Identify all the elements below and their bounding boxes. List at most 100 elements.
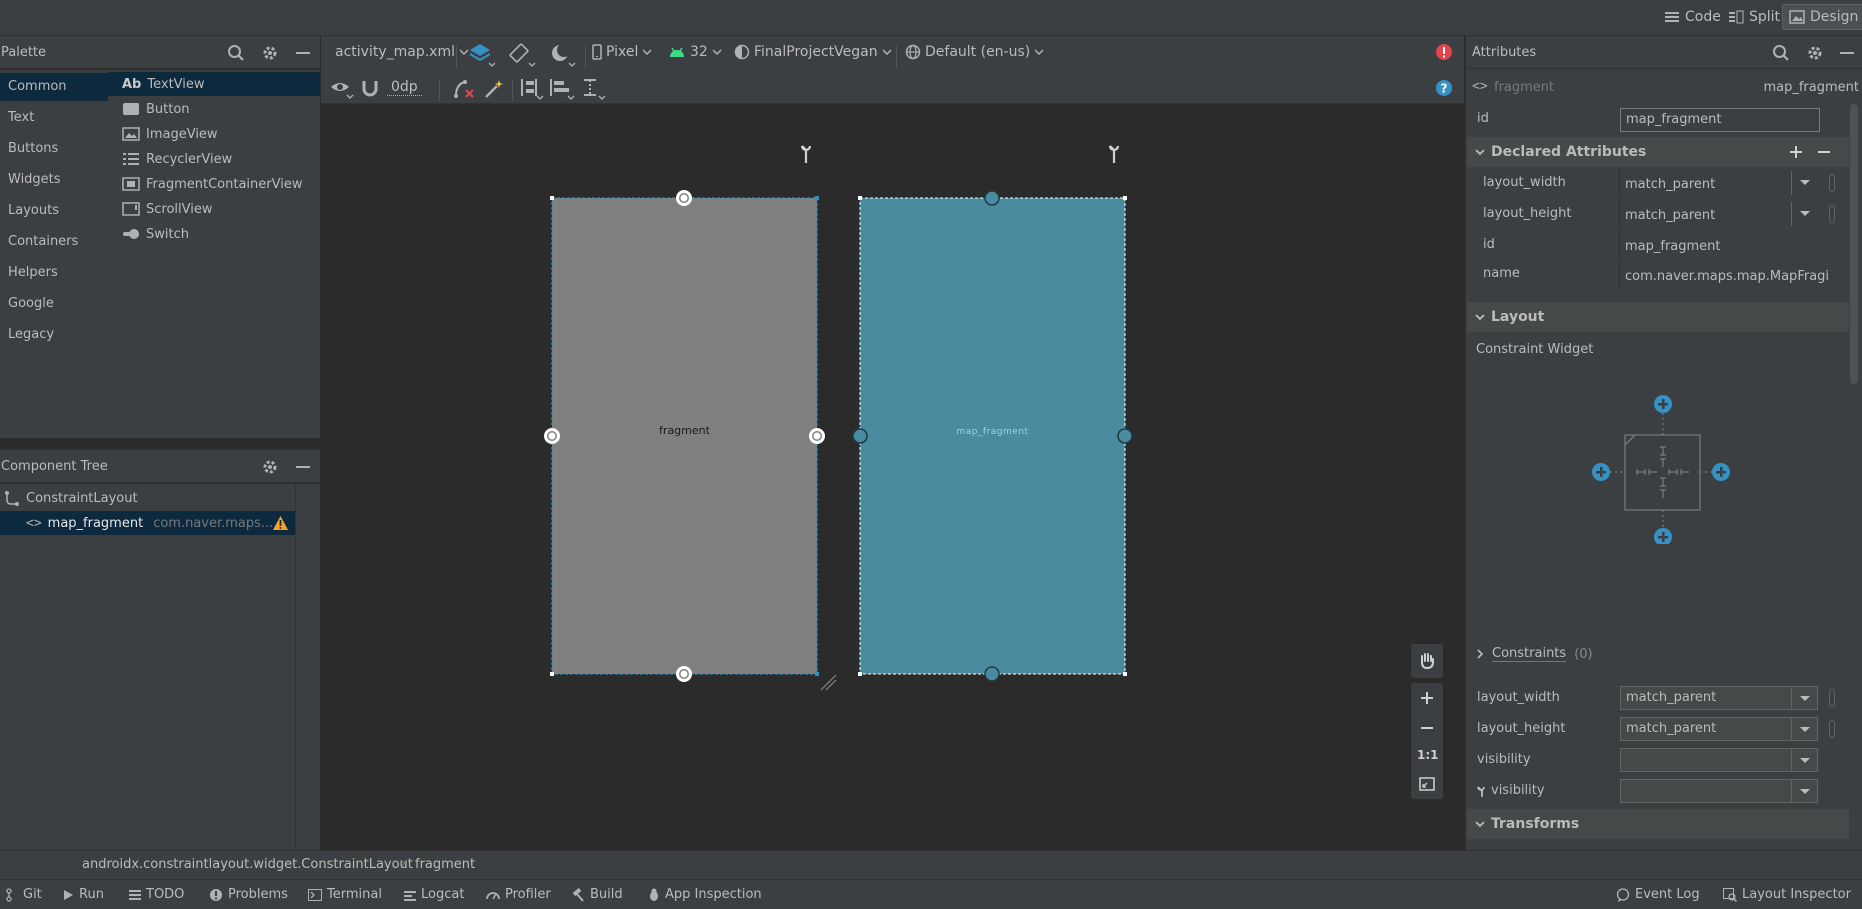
minimize-icon[interactable] xyxy=(295,458,311,476)
add-constraint-top-icon[interactable] xyxy=(1654,395,1672,413)
minimize-icon[interactable] xyxy=(295,44,311,62)
palette-item-imageview[interactable]: ImageView xyxy=(108,122,320,146)
attr-value[interactable]: com.naver.maps.map.MapFragi xyxy=(1625,269,1839,284)
search-icon[interactable] xyxy=(1772,44,1790,62)
profiler-tool-button[interactable]: Profiler xyxy=(486,887,551,902)
palette-category-legacy[interactable]: Legacy xyxy=(0,321,108,349)
zoom-reset-button[interactable]: 1:1 xyxy=(1417,748,1439,762)
constraints-section[interactable]: Constraints (0) xyxy=(1476,646,1593,662)
align-icon[interactable] xyxy=(549,78,575,100)
file-selector[interactable]: activity_map.xml xyxy=(335,44,469,60)
tree-node-constraintlayout[interactable]: ConstraintLayout xyxy=(4,486,294,510)
layout-height-dropdown[interactable] xyxy=(1791,202,1817,226)
search-icon[interactable] xyxy=(227,44,245,62)
declared-attributes-section[interactable]: Declared Attributes xyxy=(1467,137,1849,167)
tools-visibility-select[interactable] xyxy=(1620,779,1792,803)
wrench-icon[interactable] xyxy=(800,145,812,163)
night-mode-icon[interactable] xyxy=(549,42,577,68)
gear-icon[interactable] xyxy=(1806,44,1824,62)
zoom-out-icon[interactable] xyxy=(1419,720,1435,736)
dropdown-button[interactable] xyxy=(1792,686,1818,710)
default-margin-selector[interactable]: 0dp xyxy=(387,79,422,96)
gear-icon[interactable] xyxy=(261,458,279,476)
wrench-icon[interactable] xyxy=(1108,145,1120,163)
palette-category-layouts[interactable]: Layouts xyxy=(0,197,108,225)
zoom-in-icon[interactable] xyxy=(1419,690,1435,706)
pack-icon[interactable] xyxy=(520,78,544,100)
clear-constraints-icon[interactable] xyxy=(453,79,475,99)
todo-tool-button[interactable]: TODO xyxy=(129,887,184,902)
app-inspection-tool-button[interactable]: App Inspection xyxy=(648,887,762,902)
breadcrumb-parent[interactable]: androidx.constraintlayout.widget.Constra… xyxy=(82,857,413,872)
code-view-button[interactable]: Code xyxy=(1658,4,1727,30)
magic-wand-icon[interactable] xyxy=(484,79,504,99)
layout-section[interactable]: Layout xyxy=(1467,302,1849,332)
palette-item-fragmentcontainerview[interactable]: FragmentContainerView xyxy=(108,172,320,196)
palette-item-switch[interactable]: Switch xyxy=(108,222,320,246)
minimize-icon[interactable] xyxy=(1839,44,1855,62)
locale-selector[interactable]: Default (en-us) xyxy=(905,44,1044,60)
attr-picker-button[interactable] xyxy=(1829,720,1835,738)
add-constraint-bottom-icon[interactable] xyxy=(1654,528,1672,544)
dropdown-button[interactable] xyxy=(1792,717,1818,741)
guidelines-icon[interactable] xyxy=(581,78,607,100)
design-view-button[interactable]: Design xyxy=(1782,4,1862,30)
palette-category-common[interactable]: Common xyxy=(0,73,108,101)
palette-category-widgets[interactable]: Widgets xyxy=(0,166,108,194)
constraint-widget[interactable] xyxy=(1580,394,1730,544)
attr-value[interactable]: match_parent xyxy=(1625,177,1715,192)
scrollbar[interactable] xyxy=(1850,104,1858,384)
layers-icon[interactable] xyxy=(469,42,495,68)
orientation-icon[interactable] xyxy=(508,42,536,68)
event-log-button[interactable]: Event Log xyxy=(1616,887,1700,902)
visibility-select[interactable] xyxy=(1620,748,1792,772)
warning-icon[interactable] xyxy=(272,515,289,531)
split-view-button[interactable]: Split xyxy=(1722,4,1786,30)
terminal-tool-button[interactable]: Terminal xyxy=(308,887,382,902)
add-icon[interactable] xyxy=(1789,145,1803,159)
attr-value[interactable]: map_fragment xyxy=(1625,239,1721,254)
layout-inspector-button[interactable]: Layout Inspector xyxy=(1723,887,1851,902)
help-icon[interactable]: ? xyxy=(1435,79,1453,97)
palette-category-buttons[interactable]: Buttons xyxy=(0,135,108,163)
palette-item-scrollview[interactable]: ScrollView xyxy=(108,197,320,221)
dropdown-button[interactable] xyxy=(1792,748,1818,772)
eye-icon[interactable] xyxy=(330,79,356,99)
logcat-tool-button[interactable]: Logcat xyxy=(404,887,464,902)
add-constraint-right-icon[interactable] xyxy=(1712,463,1730,481)
attr-picker-button[interactable] xyxy=(1829,205,1835,223)
palette-category-containers[interactable]: Containers xyxy=(0,228,108,256)
palette-item-textview[interactable]: Ab TextView xyxy=(108,72,320,96)
build-tool-button[interactable]: Build xyxy=(571,887,623,902)
palette-category-google[interactable]: Google xyxy=(0,290,108,318)
palette-item-recyclerview[interactable]: RecyclerView xyxy=(108,147,320,171)
dropdown-button[interactable] xyxy=(1792,779,1818,803)
device-selector[interactable]: Pixel xyxy=(592,44,652,60)
tree-node-map-fragment[interactable]: <> map_fragment com.naver.maps.... xyxy=(0,511,296,535)
git-tool-button[interactable]: Git xyxy=(6,887,42,902)
api-selector[interactable]: 32 xyxy=(668,44,722,60)
transforms-section[interactable]: Transforms xyxy=(1467,809,1849,839)
palette-category-text[interactable]: Text xyxy=(0,104,108,132)
gear-icon[interactable] xyxy=(261,44,279,62)
breadcrumb-current[interactable]: fragment xyxy=(415,857,475,872)
error-icon[interactable] xyxy=(1435,43,1453,61)
remove-icon[interactable] xyxy=(1817,145,1831,159)
attr-picker-button[interactable] xyxy=(1829,689,1835,707)
run-tool-button[interactable]: Run xyxy=(62,887,104,902)
layout-height-select[interactable]: match_parent xyxy=(1620,717,1792,741)
id-input[interactable]: map_fragment xyxy=(1620,108,1820,132)
zoom-to-fit-icon[interactable] xyxy=(1419,776,1435,792)
design-canvas[interactable]: fragment map_fragment 1:1 xyxy=(321,105,1464,850)
add-constraint-left-icon[interactable] xyxy=(1592,463,1610,481)
attr-picker-button[interactable] xyxy=(1829,174,1835,192)
layout-width-select[interactable]: match_parent xyxy=(1620,686,1792,710)
palette-item-button[interactable]: Button xyxy=(108,97,320,121)
magnet-icon[interactable] xyxy=(361,79,379,99)
pan-button[interactable] xyxy=(1411,644,1443,678)
attr-value[interactable]: match_parent xyxy=(1625,208,1715,223)
palette-category-helpers[interactable]: Helpers xyxy=(0,259,108,287)
theme-selector[interactable]: FinalProjectVegan xyxy=(734,44,892,60)
layout-width-dropdown[interactable] xyxy=(1791,171,1817,195)
problems-tool-button[interactable]: Problems xyxy=(209,887,288,902)
